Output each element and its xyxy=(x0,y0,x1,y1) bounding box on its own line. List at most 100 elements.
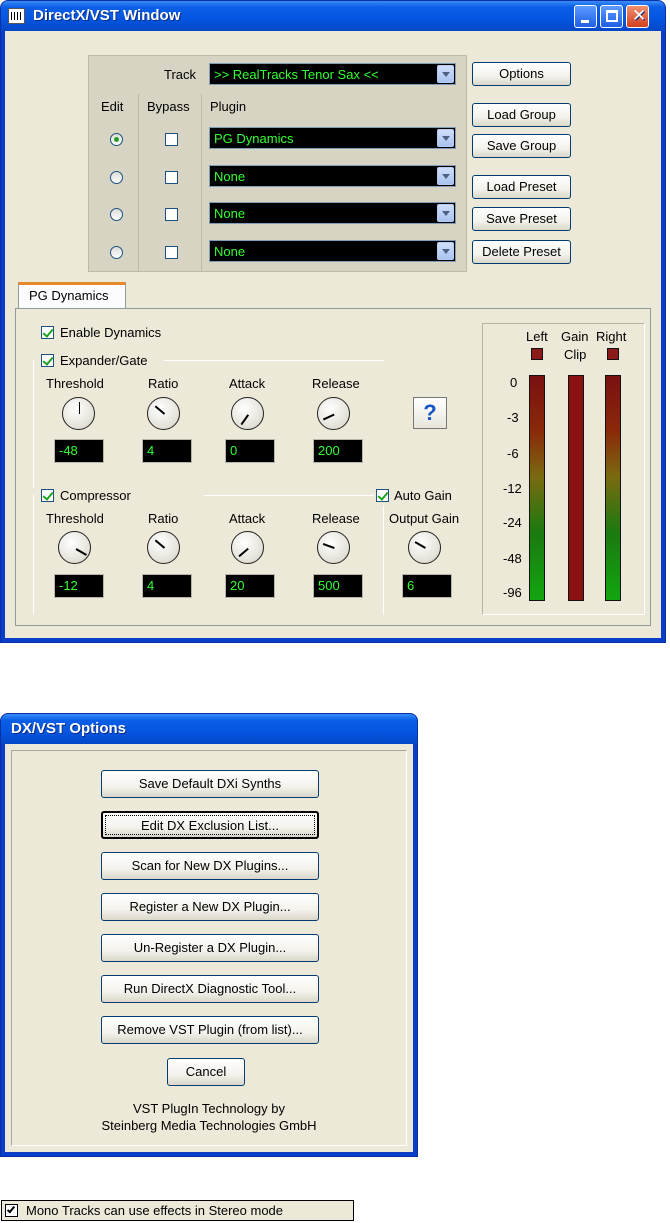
exp-attack-knob[interactable] xyxy=(231,397,264,430)
close-icon: ✕ xyxy=(632,6,647,25)
expander-gate-checkbox[interactable] xyxy=(41,354,54,367)
maximize-button[interactable] xyxy=(600,5,623,28)
chevron-down-icon[interactable] xyxy=(437,167,454,185)
plugin-select-1[interactable]: PG Dynamics xyxy=(209,127,456,149)
run-directx-diagnostic-button[interactable]: Run DirectX Diagnostic Tool... xyxy=(101,975,319,1003)
comp-release-value[interactable]: 500 xyxy=(313,574,363,598)
left-clip-led[interactable] xyxy=(531,348,543,360)
save-preset-button[interactable]: Save Preset xyxy=(472,207,571,231)
comp-threshold-label: Threshold xyxy=(46,511,104,526)
left-level-meter xyxy=(529,375,545,601)
check-icon xyxy=(6,1204,16,1214)
save-group-button[interactable]: Save Group xyxy=(472,134,571,158)
footer-line-2: Steinberg Media Technologies GmbH xyxy=(101,1118,317,1133)
unregister-dx-plugin-button[interactable]: Un-Register a DX Plugin... xyxy=(101,934,319,962)
meter-clip-label: Clip xyxy=(564,347,587,362)
question-icon: ? xyxy=(423,400,437,425)
right-clip-led[interactable] xyxy=(607,348,619,360)
comp-threshold-knob[interactable] xyxy=(58,531,91,564)
options-title-bar[interactable]: DX/VST Options xyxy=(1,714,417,744)
output-gain-divider xyxy=(383,505,384,615)
window-title: DirectX/VST Window xyxy=(33,7,181,24)
edit-dx-exclusion-list-button[interactable]: Edit DX Exclusion List... xyxy=(101,811,319,839)
auto-gain-checkbox[interactable] xyxy=(376,489,389,502)
plugin-header: Plugin xyxy=(210,99,247,114)
app-icon xyxy=(8,8,25,24)
meter-scale-12: -12 xyxy=(503,481,522,496)
compressor-group-left xyxy=(33,495,34,615)
meter-gain-label: Gain xyxy=(561,329,589,344)
exp-release-value[interactable]: 200 xyxy=(313,439,363,463)
plugin-select-2[interactable]: None xyxy=(209,165,456,187)
mono-tracks-option[interactable]: Mono Tracks can use effects in Stereo mo… xyxy=(1,1200,354,1221)
minimize-button[interactable] xyxy=(574,5,597,28)
plugin-value-3: None xyxy=(214,206,246,221)
comp-attack-knob[interactable] xyxy=(231,531,264,564)
chevron-down-icon[interactable] xyxy=(437,204,454,222)
cancel-button[interactable]: Cancel xyxy=(167,1058,245,1086)
tab-label: PG Dynamics xyxy=(29,288,109,303)
load-preset-button[interactable]: Load Preset xyxy=(472,175,571,199)
comp-threshold-value[interactable]: -12 xyxy=(54,574,104,598)
help-button[interactable]: ? xyxy=(413,397,447,429)
remove-vst-plugin-button[interactable]: Remove VST Plugin (from list)... xyxy=(101,1016,319,1044)
compressor-label: Compressor xyxy=(60,488,131,503)
gain-clip-meter xyxy=(568,375,584,601)
output-gain-knob[interactable] xyxy=(408,531,441,564)
comp-release-label: Release xyxy=(312,511,360,526)
chevron-down-icon[interactable] xyxy=(437,65,454,83)
tab-pg-dynamics[interactable]: PG Dynamics xyxy=(18,282,126,309)
bypass-checkbox-1[interactable] xyxy=(165,133,178,146)
exp-ratio-value[interactable]: 4 xyxy=(142,439,192,463)
enable-dynamics-label: Enable Dynamics xyxy=(60,325,162,340)
title-bar[interactable]: DirectX/VST Window ✕ xyxy=(1,1,665,31)
scan-new-dx-plugins-button[interactable]: Scan for New DX Plugins... xyxy=(101,852,319,880)
track-select[interactable]: >> RealTracks Tenor Sax << xyxy=(209,63,456,85)
options-window-title: DX/VST Options xyxy=(11,720,127,737)
exp-release-knob[interactable] xyxy=(317,397,350,430)
delete-preset-button[interactable]: Delete Preset xyxy=(472,240,571,264)
close-button[interactable]: ✕ xyxy=(626,5,649,28)
exp-ratio-knob[interactable] xyxy=(147,397,180,430)
chevron-down-icon[interactable] xyxy=(437,129,454,147)
options-button[interactable]: Options xyxy=(472,62,571,86)
expander-group-line xyxy=(164,360,384,361)
options-client: Save Default DXi Synths Edit DX Exclusio… xyxy=(5,744,413,1152)
bypass-checkbox-2[interactable] xyxy=(165,171,178,184)
compressor-checkbox[interactable] xyxy=(41,489,54,502)
plugin-select-3[interactable]: None xyxy=(209,202,456,224)
comp-ratio-knob[interactable] xyxy=(147,531,180,564)
dx-vst-options-window: DX/VST Options Save Default DXi Synths E… xyxy=(0,713,418,1157)
bypass-checkbox-3[interactable] xyxy=(165,208,178,221)
expander-gate-label: Expander/Gate xyxy=(60,353,148,368)
right-level-meter xyxy=(605,375,621,601)
meter-scale-96: -96 xyxy=(503,585,522,600)
edit-radio-1[interactable] xyxy=(110,133,123,146)
comp-attack-label: Attack xyxy=(229,511,266,526)
save-default-dxi-synths-button[interactable]: Save Default DXi Synths xyxy=(101,770,319,798)
chevron-down-icon[interactable] xyxy=(437,242,454,260)
directx-vst-window: DirectX/VST Window ✕ Track >> RealTracks… xyxy=(0,0,666,643)
comp-ratio-value[interactable]: 4 xyxy=(142,574,192,598)
edit-radio-3[interactable] xyxy=(110,208,123,221)
exp-threshold-value[interactable]: -48 xyxy=(54,439,104,463)
register-dx-plugin-button[interactable]: Register a New DX Plugin... xyxy=(101,893,319,921)
header-divider xyxy=(201,94,202,272)
edit-radio-4[interactable] xyxy=(110,246,123,259)
comp-attack-value[interactable]: 20 xyxy=(225,574,275,598)
exp-attack-value[interactable]: 0 xyxy=(225,439,275,463)
meter-scale-24: -24 xyxy=(503,515,522,530)
mono-tracks-checkbox[interactable] xyxy=(5,1204,18,1217)
options-footer: VST PlugIn Technology by Steinberg Media… xyxy=(11,1100,407,1134)
comp-release-knob[interactable] xyxy=(317,531,350,564)
load-group-button[interactable]: Load Group xyxy=(472,103,571,127)
plugin-select-4[interactable]: None xyxy=(209,240,456,262)
enable-dynamics-checkbox[interactable] xyxy=(41,326,54,339)
output-gain-value[interactable]: 6 xyxy=(402,574,452,598)
edit-radio-2[interactable] xyxy=(110,171,123,184)
exp-attack-label: Attack xyxy=(229,376,266,391)
bypass-checkbox-4[interactable] xyxy=(165,246,178,259)
exp-release-label: Release xyxy=(312,376,360,391)
meter-scale-0: 0 xyxy=(510,375,518,390)
exp-threshold-knob[interactable] xyxy=(62,397,95,430)
